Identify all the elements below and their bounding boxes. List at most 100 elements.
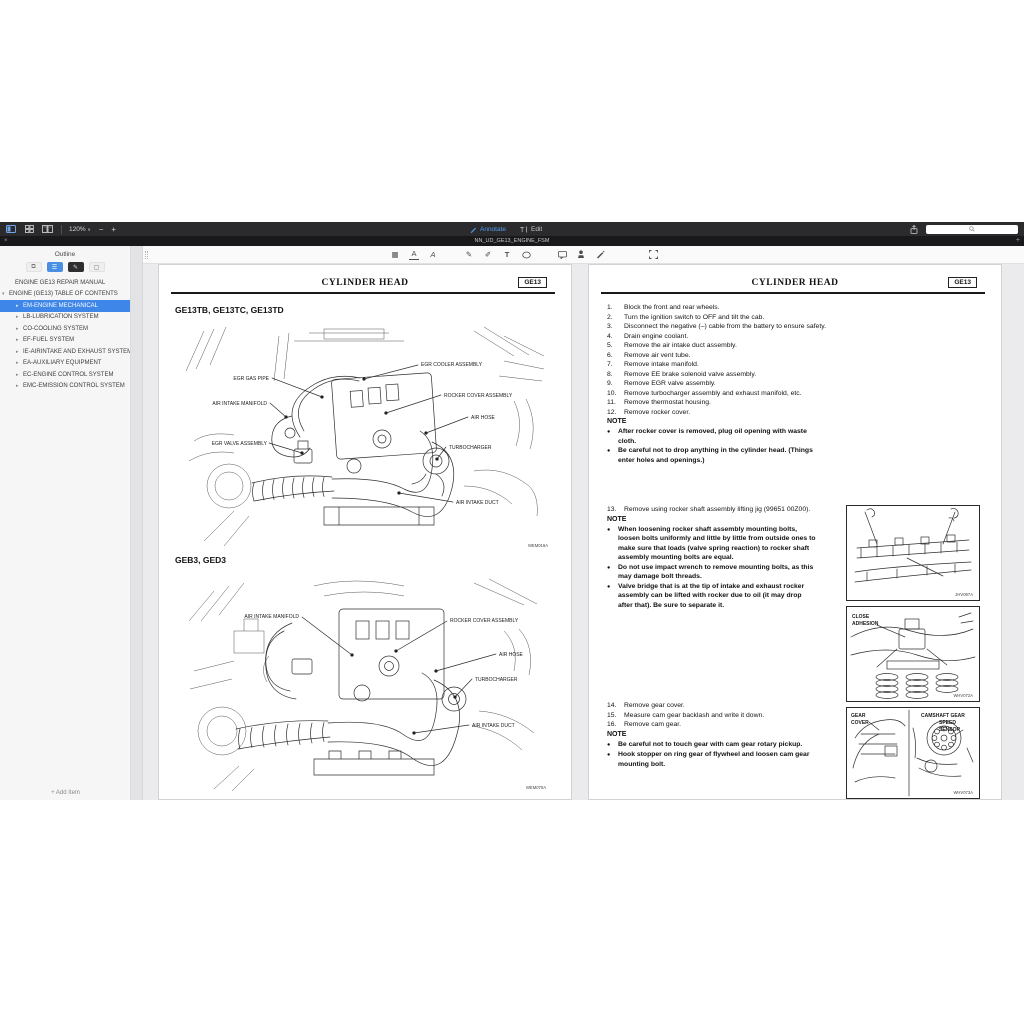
procedure-steps: 1.Block the front and rear wheels. 2.Tur… [607, 303, 842, 465]
outline-item-ec-engine-control[interactable]: ▸EC-ENGINE CONTROL SYSTEM [0, 369, 130, 381]
outline-item-em-engine-mechanical[interactable]: ▸EM-ENGINE MECHANICAL [0, 300, 130, 312]
annotate-mode-tab[interactable]: Annotate [470, 226, 506, 233]
outline-tab-icon[interactable]: ☰ [47, 262, 63, 272]
label-gear-cover-line2: COVER [851, 720, 869, 726]
highlight-text-icon[interactable]: A [409, 250, 419, 260]
sidebar-toggle-icon[interactable] [5, 224, 17, 234]
outline-item-label: IE-AIRINTAKE AND EXHAUST SYSTEM [23, 349, 130, 355]
thumbnails-icon[interactable] [23, 224, 35, 234]
step-item: 15.Measure cam gear backlash and write i… [607, 711, 842, 721]
caret-right-icon[interactable]: ▸ [16, 383, 23, 389]
outline-item-ie-airintake[interactable]: ▸IE-AIRINTAKE AND EXHAUST SYSTEM [0, 346, 130, 358]
label-turbocharger: TURBOCHARGER [449, 445, 492, 451]
outline-item-ea-auxiliary[interactable]: ▸EA-AUXILIARY EQUIPMENT [0, 358, 130, 370]
thumbnails-tab-icon[interactable]: ▢ [89, 262, 105, 272]
engine-diagram-geb3: AIR INTAKE MANIFOLD ROCKER COVER ASSEMBL… [174, 571, 559, 795]
note-heading: NOTE [607, 515, 854, 525]
label-egr-cooler-assembly: EGR COOLER ASSEMBLY [421, 362, 483, 368]
figure-close-adhesion: CLOSE ADHESION WHV072A [846, 606, 980, 702]
share-icon[interactable] [908, 224, 920, 234]
annotations-tab-icon[interactable]: ✎ [68, 262, 84, 272]
caret-right-icon[interactable]: ▸ [16, 337, 23, 343]
outline-item-lb-lubrication[interactable]: ▸LB-LUBRICATION SYSTEM [0, 312, 130, 324]
strikeout-text-icon[interactable]: A [428, 250, 438, 260]
step-item: 7.Remove intake manifold. [607, 360, 842, 370]
figure-code: WHV072A [953, 693, 973, 698]
caret-right-icon[interactable]: ▸ [16, 372, 23, 378]
figure-code: WEM016A [528, 543, 548, 548]
signature-icon[interactable] [595, 250, 605, 260]
note-bullet: ●After rocker cover is removed, plug oil… [607, 427, 842, 446]
engine-models-title-2: GEB3, GED3 [175, 555, 226, 565]
bookmarks-tab-icon[interactable]: ⧉ [26, 262, 42, 272]
zoom-out-button[interactable]: − [99, 225, 104, 234]
step-item: 16.Remove cam gear. [607, 720, 842, 730]
outline-item-label: LB-LUBRICATION SYSTEM [23, 314, 99, 320]
caret-down-icon[interactable]: ▾ [2, 291, 9, 297]
step-item: 3.Disconnect the negative (–) cable from… [607, 322, 842, 332]
document-tab-bar: × NN_UD_GE13_ENGINE_FSM + [0, 236, 1024, 246]
caret-right-icon[interactable]: ▸ [16, 360, 23, 366]
shapes-icon[interactable] [521, 250, 531, 260]
outline-item-emc-emission[interactable]: ▸EMC-EMISSION CONTROL SYSTEM [0, 381, 130, 393]
figure-lifting-jig: JHV097A [846, 505, 980, 601]
page-right: CYLINDER HEAD GE13 1.Block the front and… [588, 264, 1002, 800]
figure-code: JHV097A [955, 592, 973, 597]
toolbar-grip-handle[interactable] [145, 251, 148, 259]
label-camshaft-sensor-line2: SPEED [939, 720, 956, 726]
note-bullet: ●Hook stopper on ring gear of flywheel a… [607, 750, 842, 769]
note-heading: NOTE [607, 730, 842, 740]
search-field[interactable] [926, 225, 1018, 234]
outline-item-root2[interactable]: ▾ENGINE (GE13) TABLE OF CONTENTS [0, 289, 130, 301]
outline-item-root1[interactable]: ENGINE GE13 REPAIR MANUAL [0, 277, 130, 289]
section-badge: GE13 [948, 277, 977, 288]
label-air-intake-duct: AIR INTAKE DUCT [472, 723, 515, 729]
label-air-hose: AIR HOSE [471, 415, 496, 421]
header-rule [171, 292, 555, 294]
main-toolbar: 120% ∨ − + Annotate T Edit [0, 222, 1024, 236]
outline-item-label: EM-ENGINE MECHANICAL [23, 303, 98, 309]
caret-right-icon[interactable]: ▸ [16, 349, 23, 355]
step-item: 11.Remove thermostat housing. [607, 398, 842, 408]
section-badge: GE13 [518, 277, 547, 288]
outline-item-ef-fuel[interactable]: ▸EF-FUEL SYSTEM [0, 335, 130, 347]
label-air-intake-duct: AIR INTAKE DUCT [456, 500, 499, 506]
step-item: 6.Remove air vent tube. [607, 351, 842, 361]
zoom-level-dropdown[interactable]: 120% ∨ [69, 226, 91, 233]
marker-icon[interactable]: ✐ [483, 250, 493, 260]
add-item-button[interactable]: + Add Item [0, 790, 131, 796]
fullscreen-icon[interactable] [648, 250, 658, 260]
page-left: CYLINDER HEAD GE13 GE13TB, GE13TC, GE13T… [158, 264, 572, 800]
caret-right-icon[interactable]: ▸ [16, 303, 23, 309]
outline-item-label: EF-FUEL SYSTEM [23, 337, 74, 343]
sidebar-scrollbar[interactable] [131, 246, 143, 800]
svg-text:T: T [520, 227, 525, 233]
stamp-icon[interactable] [576, 250, 586, 260]
text-tool-icon[interactable]: T [502, 250, 512, 260]
figure-code: WEM070A [526, 785, 546, 790]
outline-item-label: CO-COOLING SYSTEM [23, 326, 88, 332]
page-view-icon[interactable] [41, 224, 53, 234]
edit-mode-tab[interactable]: T Edit [520, 226, 542, 233]
label-rocker-cover-assembly: ROCKER COVER ASSEMBLY [444, 393, 513, 399]
view-settings-icon[interactable]: ▦ [390, 250, 400, 260]
pencil-icon[interactable]: ✎ [464, 250, 474, 260]
outline-item-label: ENGINE GE13 REPAIR MANUAL [15, 280, 105, 286]
sidebar-title: Outline [0, 246, 130, 262]
step-item: 10.Remove turbocharger assembly and exha… [607, 389, 842, 399]
zoom-in-button[interactable]: + [111, 225, 116, 234]
outline-item-co-cooling[interactable]: ▸CO-COOLING SYSTEM [0, 323, 130, 335]
caret-right-icon[interactable]: ▸ [16, 326, 23, 332]
search-icon [969, 226, 975, 232]
label-close-adhesion-line1: CLOSE [852, 614, 870, 620]
document-tab-title[interactable]: NN_UD_GE13_ENGINE_FSM [0, 238, 1024, 244]
caret-right-icon[interactable]: ▸ [16, 314, 23, 320]
label-air-intake-manifold: AIR INTAKE MANIFOLD [212, 401, 267, 407]
pen-icon [470, 226, 477, 233]
procedure-step-13: 13.Remove using rocker shaft assembly li… [607, 505, 854, 610]
comment-icon[interactable] [557, 250, 567, 260]
procedure-steps-14-16: 14.Remove gear cover. 15.Measure cam gea… [607, 701, 842, 769]
new-tab-button[interactable]: + [1016, 237, 1020, 244]
document-area[interactable]: CYLINDER HEAD GE13 GE13TB, GE13TC, GE13T… [143, 264, 1024, 800]
note-bullet: ●Do not use impact wrench to remove moun… [607, 563, 854, 582]
